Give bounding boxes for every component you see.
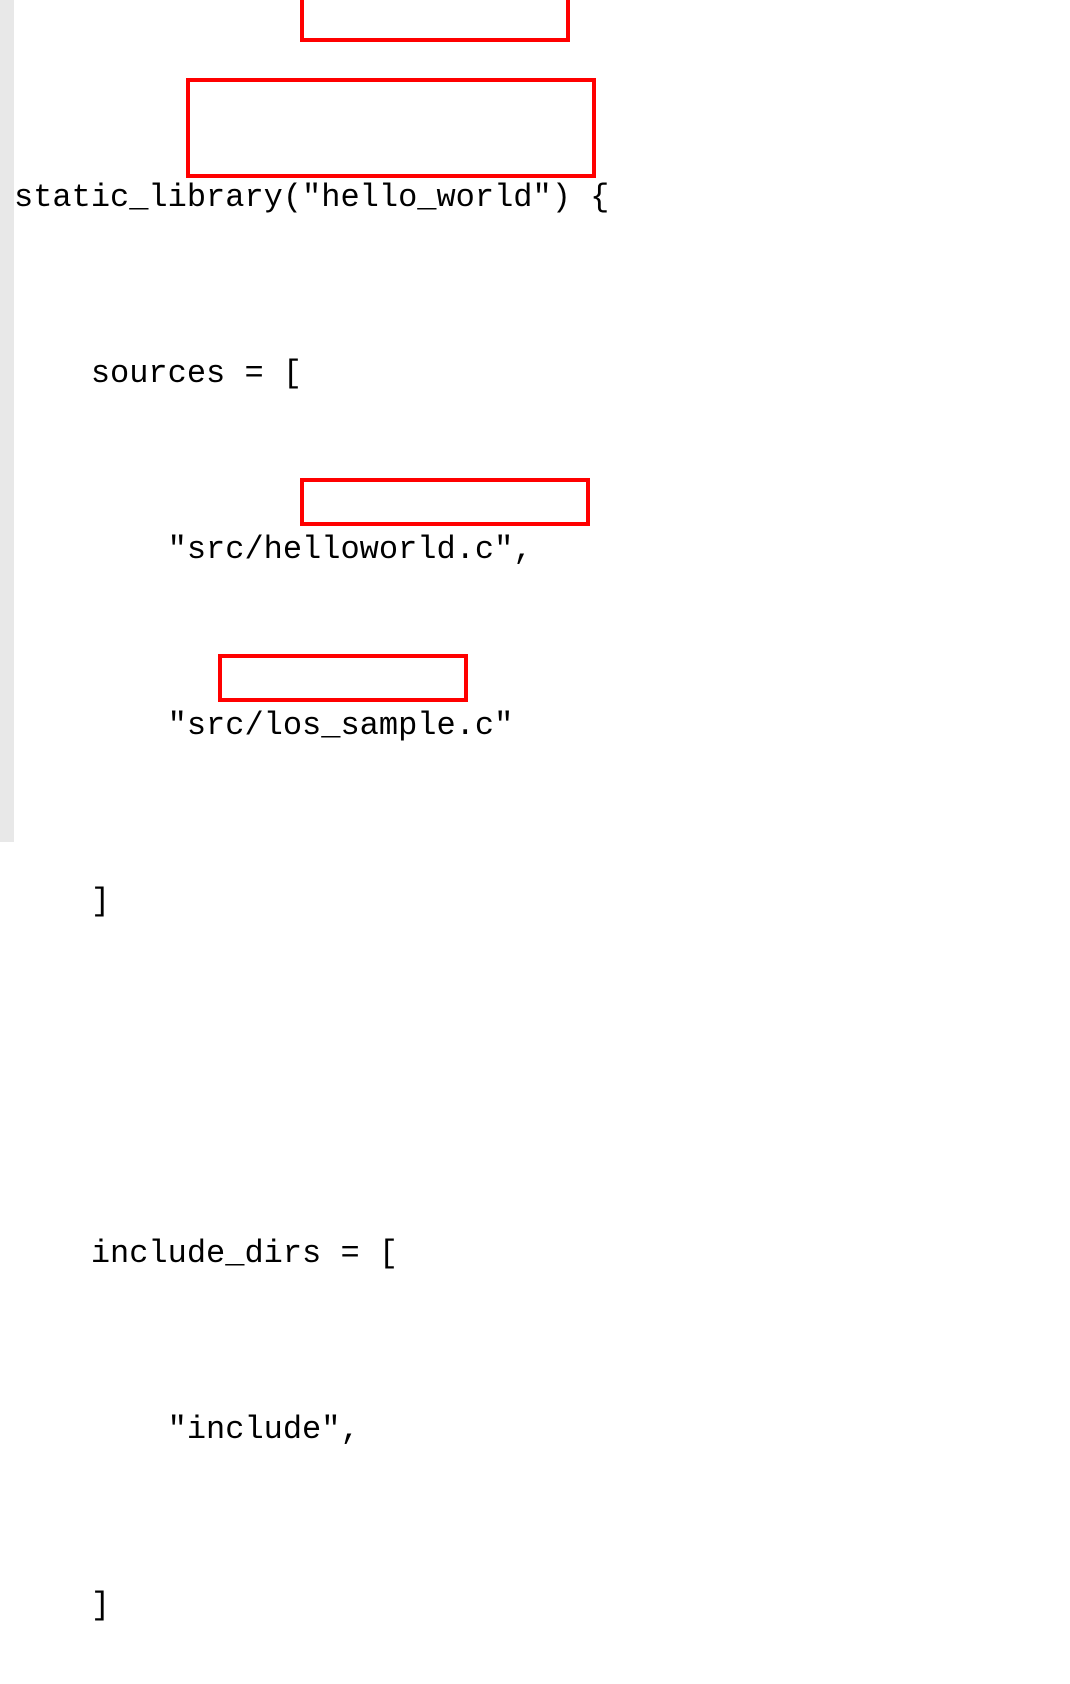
code-text: ) { <box>552 176 610 220</box>
code-text: "src/los_sample.c" <box>14 704 513 748</box>
target-name: "hello_world" <box>302 176 552 220</box>
code-line <box>14 1056 1070 1100</box>
code-text: ] <box>14 1584 110 1628</box>
highlight-box-component-name <box>300 478 590 526</box>
code-text: sources = [ <box>14 352 302 396</box>
highlight-box-target-name <box>300 0 570 42</box>
code-text: "include", <box>14 1408 360 1452</box>
code-line: ] <box>14 880 1070 924</box>
code-line: include_dirs = [ <box>14 1232 1070 1276</box>
code-text: "src/helloworld.c", <box>14 528 532 572</box>
code-line: "include", <box>14 1408 1070 1452</box>
code-line: "src/los_sample.c" <box>14 704 1070 748</box>
code-line: "src/helloworld.c", <box>14 528 1070 572</box>
code-line: sources = [ <box>14 352 1070 396</box>
code-line: ] <box>14 1584 1070 1628</box>
code-line: static_library( "hello_world" ) { <box>14 176 1070 220</box>
code-text: include_dirs = [ <box>14 1232 398 1276</box>
highlight-box-sources <box>186 78 596 178</box>
code-text: ] <box>14 880 110 924</box>
editor-gutter <box>0 0 14 842</box>
code-text: static_library( <box>14 176 302 220</box>
highlight-box-feature-ref <box>218 654 468 702</box>
code-area: static_library( "hello_world" ) { source… <box>14 0 1070 842</box>
